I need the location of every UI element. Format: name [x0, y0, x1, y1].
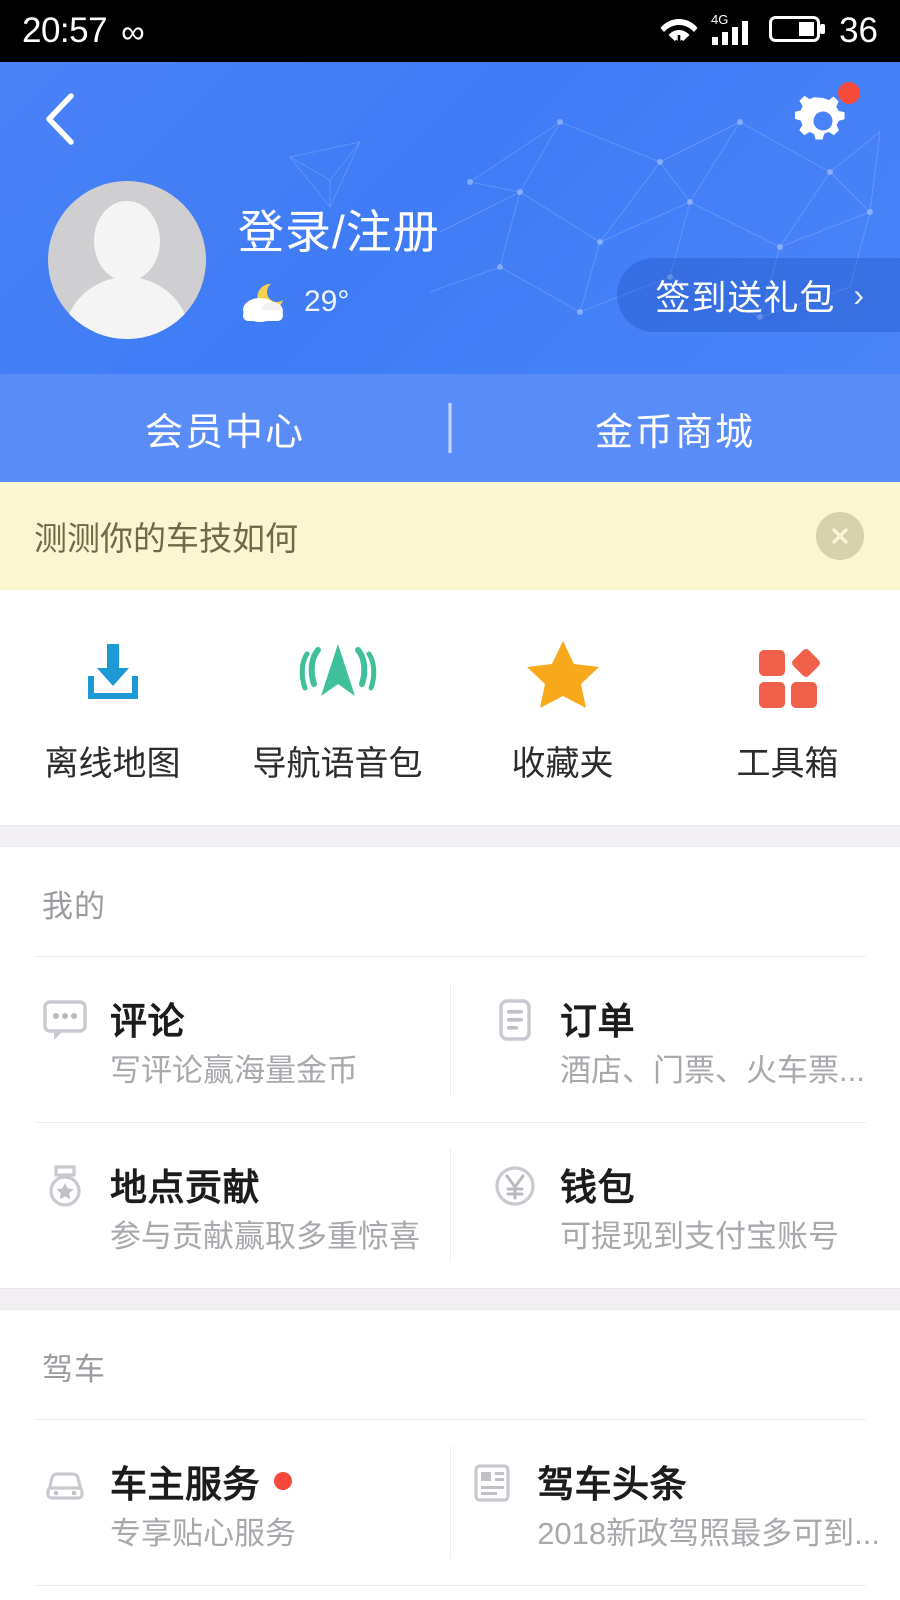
- list-item-subtitle: 可提现到支付宝账号: [560, 1219, 839, 1254]
- list-item-placeholder: [450, 1586, 900, 1600]
- list-item-comments[interactable]: 评论 写评论赢海量金币: [0, 957, 450, 1122]
- quick-action-label: 收藏夹: [511, 745, 614, 783]
- profile-header: 登录/注册 29° 签到送礼包 ›: [0, 62, 900, 374]
- comment-bubble-icon: [42, 997, 88, 1043]
- new-badge-dot: [274, 1472, 292, 1490]
- list-item-subtitle: 专享贴心服务: [110, 1516, 296, 1551]
- list-item-subtitle: 写评论赢海量金币: [110, 1053, 358, 1088]
- status-bar-right: 4G 36: [659, 11, 878, 52]
- weather-temperature: 29°: [304, 285, 350, 318]
- list-item-title: 评论: [110, 1001, 185, 1042]
- table-row: 评论 写评论赢海量金币 订单 酒店、门票、火车票...: [0, 957, 900, 1122]
- quick-action-toolbox[interactable]: 工具箱: [675, 634, 900, 785]
- status-bar: 20:57 ∞ 4G 36: [0, 0, 900, 62]
- identity-block: 登录/注册 29°: [238, 196, 440, 324]
- list-item-title: 车主服务: [110, 1454, 296, 1508]
- promo-banner-text: 测测你的车技如何: [34, 520, 298, 557]
- wifi-download-icon: [659, 11, 699, 52]
- battery-level: 36: [839, 11, 878, 50]
- status-bar-left: 20:57 ∞: [22, 11, 145, 51]
- close-icon: [832, 528, 848, 544]
- signin-gift-button[interactable]: 签到送礼包 ›: [617, 258, 900, 332]
- quick-action-label: 离线地图: [44, 745, 181, 783]
- infinity-icon: ∞: [121, 12, 145, 50]
- list-item-scan[interactable]: 扫一扫: [0, 1586, 450, 1600]
- settings-button[interactable]: [788, 82, 860, 154]
- svg-text:4G: 4G: [711, 12, 728, 27]
- moon-cloud-icon: [243, 283, 283, 322]
- quick-action-favorites[interactable]: 收藏夹: [450, 634, 675, 785]
- list-item-subtitle: 酒店、门票、火车票...: [560, 1053, 865, 1088]
- login-register-link[interactable]: 登录/注册: [238, 196, 440, 262]
- quick-action-nav-voice[interactable]: 导航语音包: [225, 634, 450, 785]
- header-tabstrip: 会员中心 金币商城: [0, 374, 900, 482]
- section-driving: 驾车 车主服务 专享贴心服务 驾车头条 2018新政驾照最多可到...: [0, 1310, 900, 1600]
- car-icon: [42, 1460, 88, 1506]
- order-list-icon: [492, 997, 538, 1043]
- section-separator: [0, 1288, 900, 1310]
- default-avatar-icon: [94, 201, 160, 281]
- quick-action-offline-map[interactable]: 离线地图: [0, 634, 225, 785]
- list-item-orders[interactable]: 订单 酒店、门票、火车票...: [450, 957, 900, 1122]
- header-toolbar: [0, 62, 900, 170]
- list-item-title: 钱包: [560, 1167, 635, 1208]
- list-item-owner-service[interactable]: 车主服务 专享贴心服务: [0, 1420, 427, 1585]
- quick-action-label: 工具箱: [736, 745, 839, 783]
- app-screen: 20:57 ∞ 4G 36 登录/注册 29° 签到送礼包 › 会员中心 金币商…: [0, 0, 900, 1600]
- toolbox-icon: [753, 634, 823, 708]
- section-title: 驾车: [42, 1352, 106, 1387]
- quick-actions-row: 离线地图 导航语音包 收藏夹 工具箱: [0, 590, 900, 825]
- status-time: 20:57: [22, 11, 108, 50]
- chevron-right-icon: ›: [853, 276, 864, 313]
- signin-gift-label: 签到送礼包: [655, 278, 836, 318]
- column-divider: [450, 983, 451, 1096]
- back-chevron-icon: [46, 93, 74, 145]
- list-item-title: 订单: [560, 1001, 635, 1042]
- navigation-voice-icon: [298, 634, 378, 708]
- promo-banner[interactable]: 测测你的车技如何: [0, 482, 900, 590]
- avatar[interactable]: [48, 181, 206, 339]
- newspaper-icon: [469, 1460, 515, 1506]
- medal-icon: [42, 1163, 88, 1209]
- list-item-driving-news[interactable]: 驾车头条 2018新政驾照最多可到...: [427, 1420, 900, 1585]
- quick-action-label: 导航语音包: [252, 745, 423, 783]
- tab-divider: [448, 403, 452, 453]
- column-divider: [450, 1149, 451, 1262]
- list-item-title: 地点贡献: [110, 1167, 260, 1208]
- download-offline-map-icon: [77, 634, 149, 708]
- wallet-yuan-icon: [492, 1163, 538, 1209]
- settings-badge-dot: [838, 82, 860, 104]
- table-row: 车主服务 专享贴心服务 驾车头条 2018新政驾照最多可到...: [0, 1420, 900, 1585]
- promo-banner-close-button[interactable]: [816, 512, 864, 560]
- list-item-subtitle: 2018新政驾照最多可到...: [537, 1516, 880, 1551]
- list-item-place-contribution[interactable]: 地点贡献 参与贡献赢取多重惊喜: [0, 1123, 450, 1288]
- star-favorites-icon: [525, 634, 601, 708]
- column-divider: [450, 1446, 451, 1559]
- section-mine: 我的 评论 写评论赢海量金币 订单 酒店、门票、火车票... 地点贡献 参与贡献…: [0, 847, 900, 1288]
- list-item-title: 驾车头条: [537, 1464, 688, 1505]
- back-button[interactable]: [30, 88, 92, 150]
- list-item-wallet[interactable]: 钱包 可提现到支付宝账号: [450, 1123, 900, 1288]
- list-item-subtitle: 参与贡献赢取多重惊喜: [110, 1219, 420, 1254]
- tab-member-center[interactable]: 会员中心: [0, 401, 450, 456]
- section-separator: [0, 825, 900, 847]
- section-title: 我的: [42, 889, 106, 924]
- weather-row[interactable]: 29°: [238, 280, 440, 324]
- table-row: 地点贡献 参与贡献赢取多重惊喜 钱包 可提现到支付宝账号: [0, 1123, 900, 1288]
- signal-bars-icon: 4G: [711, 11, 757, 52]
- tab-coin-mall[interactable]: 金币商城: [450, 401, 900, 456]
- table-row: 扫一扫: [0, 1586, 900, 1600]
- battery-icon: [769, 13, 827, 50]
